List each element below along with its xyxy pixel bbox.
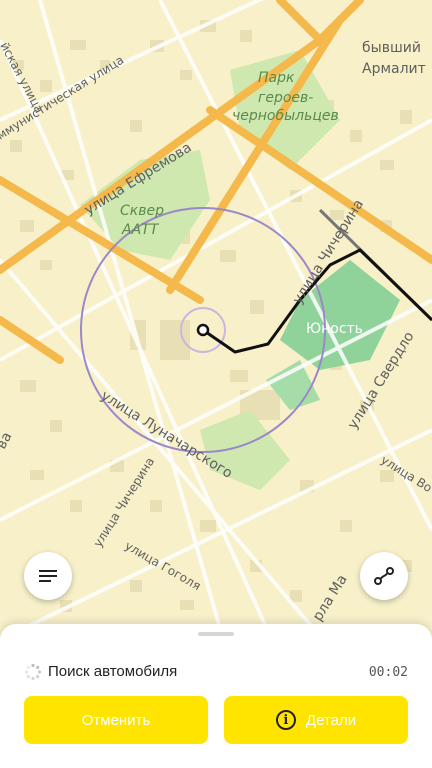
menu-icon: [39, 570, 57, 582]
search-status-row: Поиск автомобиля 00:02: [24, 662, 408, 682]
route-icon: [374, 567, 394, 585]
search-timer: 00:02: [368, 665, 408, 680]
order-panel: Поиск автомобиля 00:02 Отменить i Детали: [0, 624, 432, 768]
map-label-skver: Сквер: [120, 203, 164, 219]
cancel-button[interactable]: Отменить: [24, 696, 208, 744]
map-label-park2: героев-: [258, 90, 313, 106]
map-label-skver2: ААТТ: [121, 222, 160, 238]
map-label-park: Парк: [258, 70, 295, 86]
menu-button[interactable]: [24, 552, 72, 600]
map-label-former: бывший: [362, 40, 421, 56]
info-icon: i: [275, 710, 296, 730]
pickup-marker[interactable]: [196, 323, 210, 337]
loading-spinner-icon: [24, 663, 42, 681]
cancel-button-label: Отменить: [81, 711, 151, 729]
details-button[interactable]: i Детали: [224, 696, 408, 744]
map-label-yunost: Юность: [306, 321, 363, 337]
sheet-handle[interactable]: [198, 632, 234, 636]
details-button-label: Детали: [305, 711, 357, 729]
map-label-armalit: Армалит: [362, 61, 426, 77]
search-status-text: Поиск автомобиля: [48, 663, 178, 680]
map-label-park3: чернобыльцев: [232, 108, 339, 124]
route-button[interactable]: [360, 552, 408, 600]
